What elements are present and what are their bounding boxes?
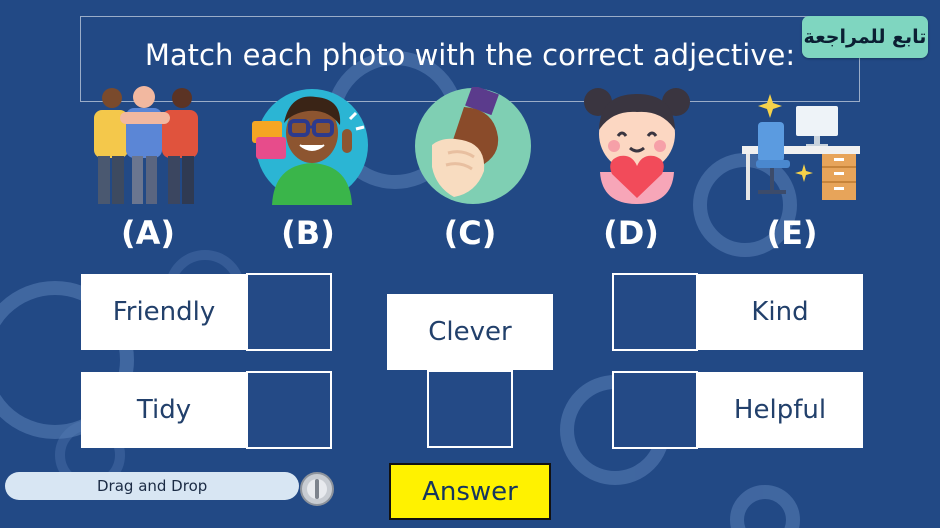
drag-and-drop-label: Drag and Drop [97, 477, 208, 495]
label-c: (C) [443, 214, 497, 252]
word-card-clever[interactable]: Clever [387, 294, 553, 370]
label-a: (A) [120, 214, 175, 252]
helping-hands-icon [415, 87, 531, 204]
instruction-title: Match each photo with the correct adject… [144, 38, 796, 72]
drag-knob-icon[interactable] [300, 472, 334, 506]
tidy-desk-icon [742, 94, 860, 200]
clever-boy-icon [252, 89, 368, 205]
drop-slot-clever[interactable] [427, 370, 513, 448]
drop-slot-tidy[interactable] [246, 371, 332, 449]
drop-slot-helpful[interactable] [612, 371, 698, 449]
drop-slot-friendly[interactable] [246, 273, 332, 351]
label-d: (D) [603, 214, 659, 252]
drag-and-drop-bar: Drag and Drop [5, 472, 299, 500]
word-card-helpful[interactable]: Helpful [697, 372, 863, 448]
word-card-tidy[interactable]: Tidy [81, 372, 247, 448]
continue-review-button[interactable]: تابع للمراجعة [802, 16, 928, 58]
label-e: (E) [766, 214, 818, 252]
word-card-kind[interactable]: Kind [697, 274, 863, 350]
kind-girl-heart-icon [584, 88, 690, 204]
drop-slot-kind[interactable] [612, 273, 698, 351]
label-b: (B) [281, 214, 335, 252]
answer-button[interactable]: Answer [389, 463, 551, 520]
friends-group-icon [94, 86, 198, 204]
activity-slide: Match each photo with the correct adject… [0, 0, 940, 528]
word-card-friendly[interactable]: Friendly [81, 274, 247, 350]
